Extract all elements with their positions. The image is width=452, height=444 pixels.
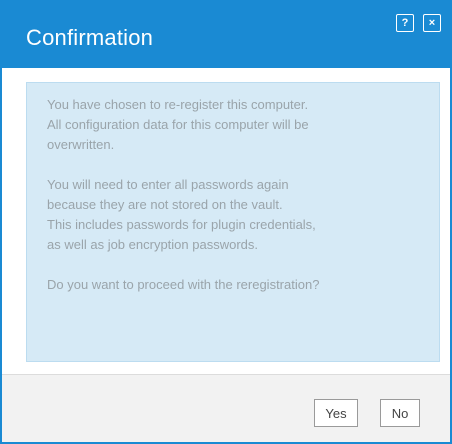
dialog-footer: Yes No <box>2 374 450 442</box>
message-line: because they are not stored on the vault… <box>47 197 283 212</box>
dialog-title: Confirmation <box>26 25 154 50</box>
confirmation-dialog: Confirmation ? × You have chosen to re-r… <box>0 0 452 444</box>
close-button[interactable]: × <box>423 14 441 32</box>
message-line: You have chosen to re-register this comp… <box>47 97 309 112</box>
yes-button[interactable]: Yes <box>314 399 358 427</box>
help-button[interactable]: ? <box>396 14 414 32</box>
question-icon: ? <box>401 17 409 29</box>
message-line: overwritten. <box>47 137 115 152</box>
dialog-titlebar: Confirmation ? × <box>2 2 450 68</box>
dialog-body: You have chosen to re-register this comp… <box>2 68 450 374</box>
message-line: This includes passwords for plugin crede… <box>47 217 316 232</box>
message-line: Do you want to proceed with the reregist… <box>47 277 320 292</box>
no-button[interactable]: No <box>380 399 420 427</box>
message-line: All configuration data for this computer… <box>47 117 309 132</box>
close-icon: × <box>428 17 436 29</box>
message-line: as well as job encryption passwords. <box>47 237 258 252</box>
message-box: You have chosen to re-register this comp… <box>26 82 440 362</box>
message-line: You will need to enter all passwords aga… <box>47 177 289 192</box>
